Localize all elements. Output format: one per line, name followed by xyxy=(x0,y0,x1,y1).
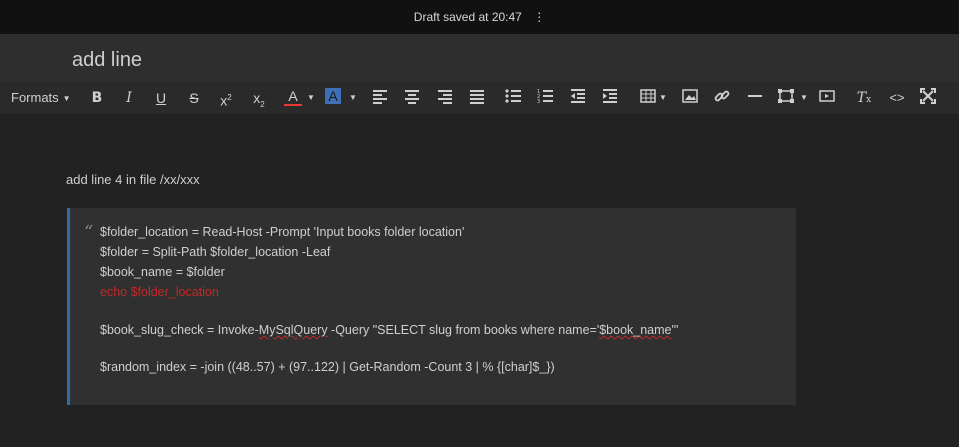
chevron-down-icon[interactable]: ▼ xyxy=(306,88,316,108)
chevron-down-icon: ▼ xyxy=(62,93,71,103)
intro-paragraph[interactable]: add line 4 in file /xx/xxx xyxy=(66,172,200,187)
bold-icon[interactable]: B xyxy=(90,88,104,108)
vertical-dots-icon[interactable]: ⋮ xyxy=(533,9,545,25)
text-color-icon[interactable]: A xyxy=(284,88,302,108)
media-icon[interactable] xyxy=(778,88,794,108)
code-line-3[interactable]: $book_name = $folder xyxy=(100,264,225,280)
code-line-6[interactable]: $random_index = -join ((48..57) + (97..1… xyxy=(100,359,555,375)
align-left-icon[interactable] xyxy=(372,88,388,108)
formats-label: Formats xyxy=(11,90,59,105)
subscript-icon[interactable]: x2 xyxy=(250,88,268,109)
chevron-down-icon[interactable]: ▼ xyxy=(348,88,358,108)
code-fragment: $book_slug_check = Invoke- xyxy=(100,323,259,337)
horizontal-rule-icon[interactable] xyxy=(747,88,763,108)
align-center-icon[interactable] xyxy=(404,88,420,108)
page-title[interactable]: add line xyxy=(72,48,142,72)
image-icon[interactable] xyxy=(682,88,698,108)
draft-status-text: Draft saved at 20:47 xyxy=(413,10,522,24)
source-code-icon[interactable]: <> xyxy=(888,88,906,108)
code-line-2[interactable]: $folder = Split-Path $folder_location -L… xyxy=(100,244,330,260)
editor-toolbar: Formats ▼ B I U S x2 x2 A ▼ A ▼ 123 ▼ ▼ … xyxy=(0,82,959,114)
top-bar: Draft saved at 20:47 ⋮ xyxy=(0,0,959,34)
link-icon[interactable] xyxy=(714,88,730,108)
editor-body[interactable]: add line 4 in file /xx/xxx “ $folder_loc… xyxy=(0,114,959,447)
code-sample-icon[interactable] xyxy=(819,88,835,108)
code-fragment: -Query "SELECT slug from books where nam… xyxy=(327,323,600,337)
clear-formatting-icon[interactable]: Tx xyxy=(856,88,872,108)
svg-text:3: 3 xyxy=(537,99,540,104)
table-icon[interactable] xyxy=(640,88,656,108)
code-line-5[interactable]: $book_slug_check = Invoke-MySqlQuery -Qu… xyxy=(100,322,678,338)
bullet-list-icon[interactable] xyxy=(505,88,521,108)
italic-icon[interactable]: I xyxy=(122,88,136,108)
code-line-1[interactable]: $folder_location = Read-Host -Prompt 'In… xyxy=(100,224,464,240)
background-color-icon[interactable]: A xyxy=(325,88,341,108)
underline-icon[interactable]: U xyxy=(154,88,168,108)
numbered-list-icon[interactable]: 123 xyxy=(537,88,553,108)
blockquote[interactable]: “ $folder_location = Read-Host -Prompt '… xyxy=(67,208,796,405)
fullscreen-icon[interactable] xyxy=(920,88,936,108)
chevron-down-icon[interactable]: ▼ xyxy=(799,88,809,108)
draft-status: Draft saved at 20:47 ⋮ xyxy=(0,9,959,25)
spell-error[interactable]: MySqlQuery xyxy=(259,323,328,337)
code-line-4[interactable]: echo $folder_location xyxy=(100,284,219,300)
justify-icon[interactable] xyxy=(469,88,485,108)
quote-icon: “ xyxy=(84,222,94,243)
strikethrough-icon[interactable]: S xyxy=(187,88,201,108)
code-fragment: '" xyxy=(671,323,679,337)
spell-error[interactable]: $book_name xyxy=(599,323,671,337)
formats-dropdown[interactable]: Formats ▼ xyxy=(11,88,71,108)
title-row: add line xyxy=(0,34,959,82)
superscript-icon[interactable]: x2 xyxy=(217,88,235,109)
chevron-down-icon[interactable]: ▼ xyxy=(658,88,668,108)
indent-icon[interactable] xyxy=(602,88,618,108)
outdent-icon[interactable] xyxy=(570,88,586,108)
align-right-icon[interactable] xyxy=(437,88,453,108)
